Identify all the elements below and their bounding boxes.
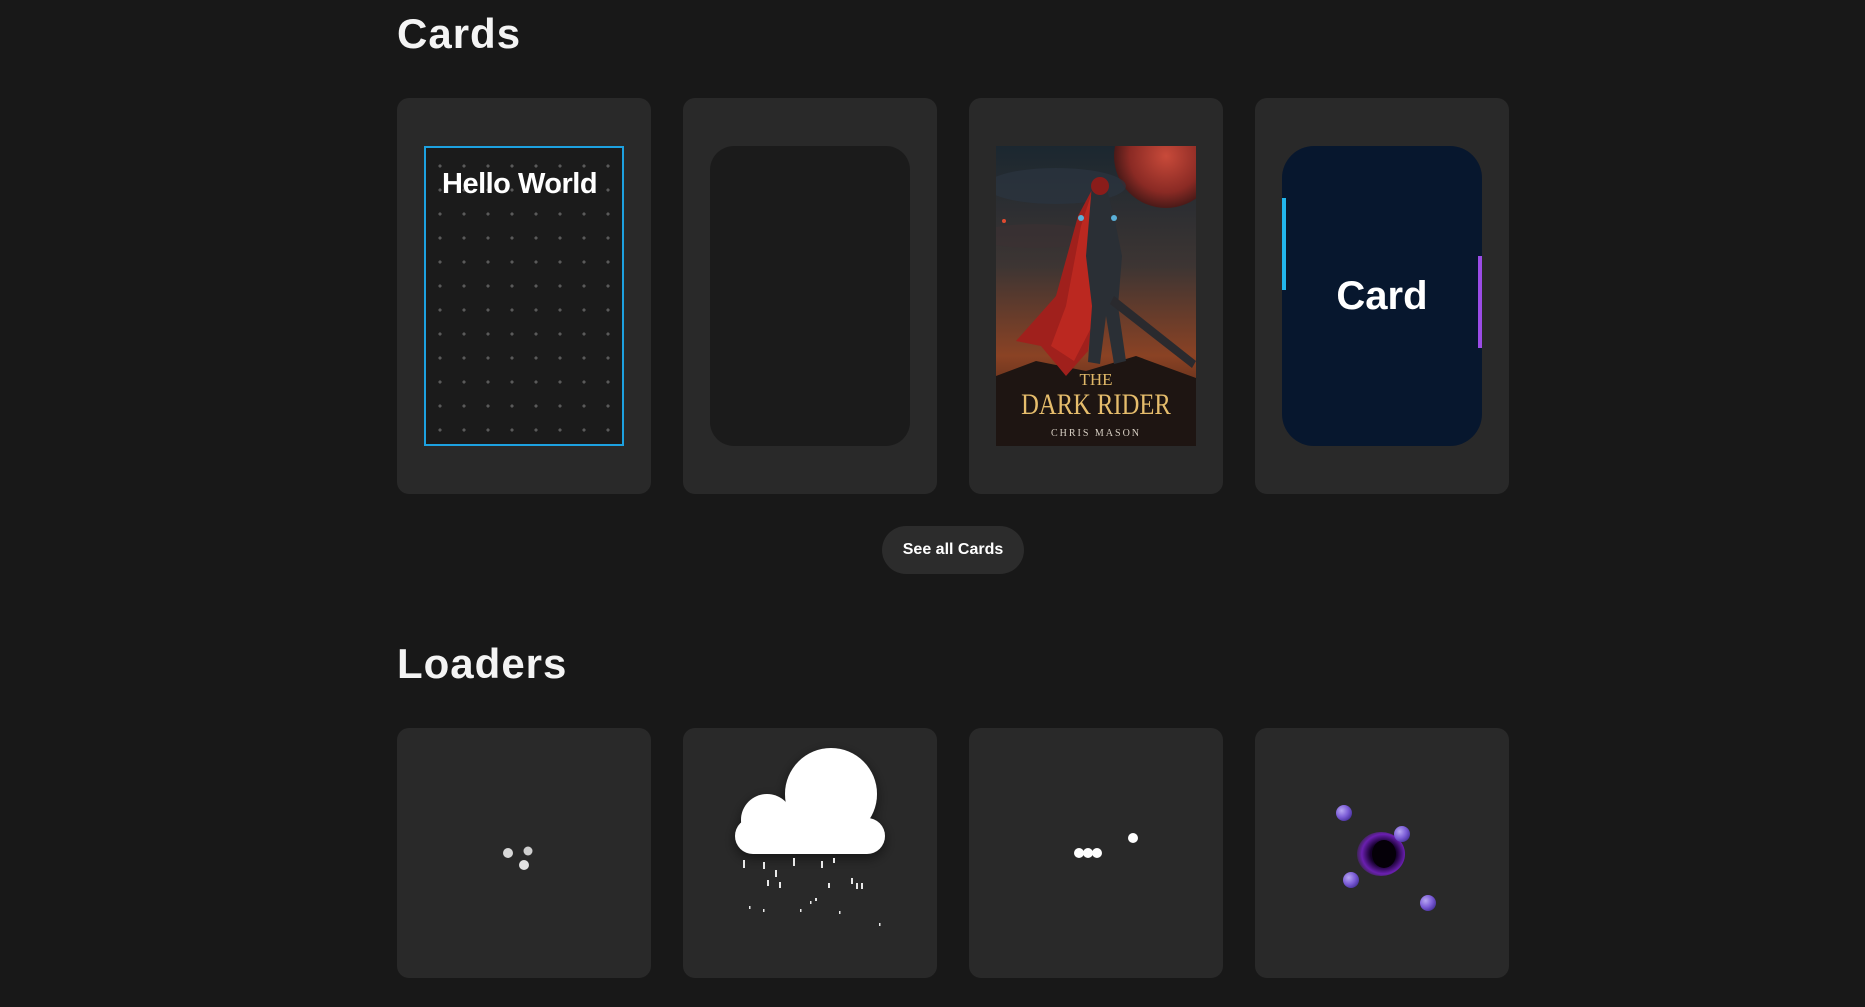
book-author: CHRIS MASON [1050,428,1142,439]
dots-spinner-icon [503,846,533,870]
card-tile-dark[interactable] [683,98,937,494]
navy-card[interactable]: Card [1282,146,1482,446]
page: Cards Hello World THE DARK RIDER CHRIS M… [0,0,1865,1007]
card-tile-book-cover[interactable]: THE DARK RIDER CHRIS MASON [969,98,1223,494]
loader-tile-bouncing-dots[interactable] [969,728,1223,978]
card-tile-hello-world[interactable]: Hello World [397,98,651,494]
rain-cloud-icon [735,748,885,926]
book-title-line-1: THE [1079,370,1113,389]
loader-tile-rain-cloud[interactable] [683,728,937,978]
loaders-section-title: Loaders [397,640,568,687]
book-cover-card[interactable]: THE DARK RIDER CHRIS MASON [996,146,1196,446]
dark-card[interactable] [710,146,910,446]
cards-section-title: Cards [397,10,522,57]
hello-world-card[interactable]: Hello World [424,146,624,446]
navy-card-label: Card [1336,274,1428,318]
card-tile-navy[interactable]: Card [1255,98,1509,494]
book-title-line-2: DARK RIDER [1021,388,1171,421]
loader-tile-orbit[interactable] [1255,728,1509,978]
loader-tile-dots[interactable] [397,728,651,978]
hello-world-title: Hello World [442,168,598,200]
orbit-planet-icon [1336,805,1436,911]
bouncing-dots-icon [1074,833,1138,858]
see-all-cards-button[interactable]: See all Cards [882,526,1024,574]
